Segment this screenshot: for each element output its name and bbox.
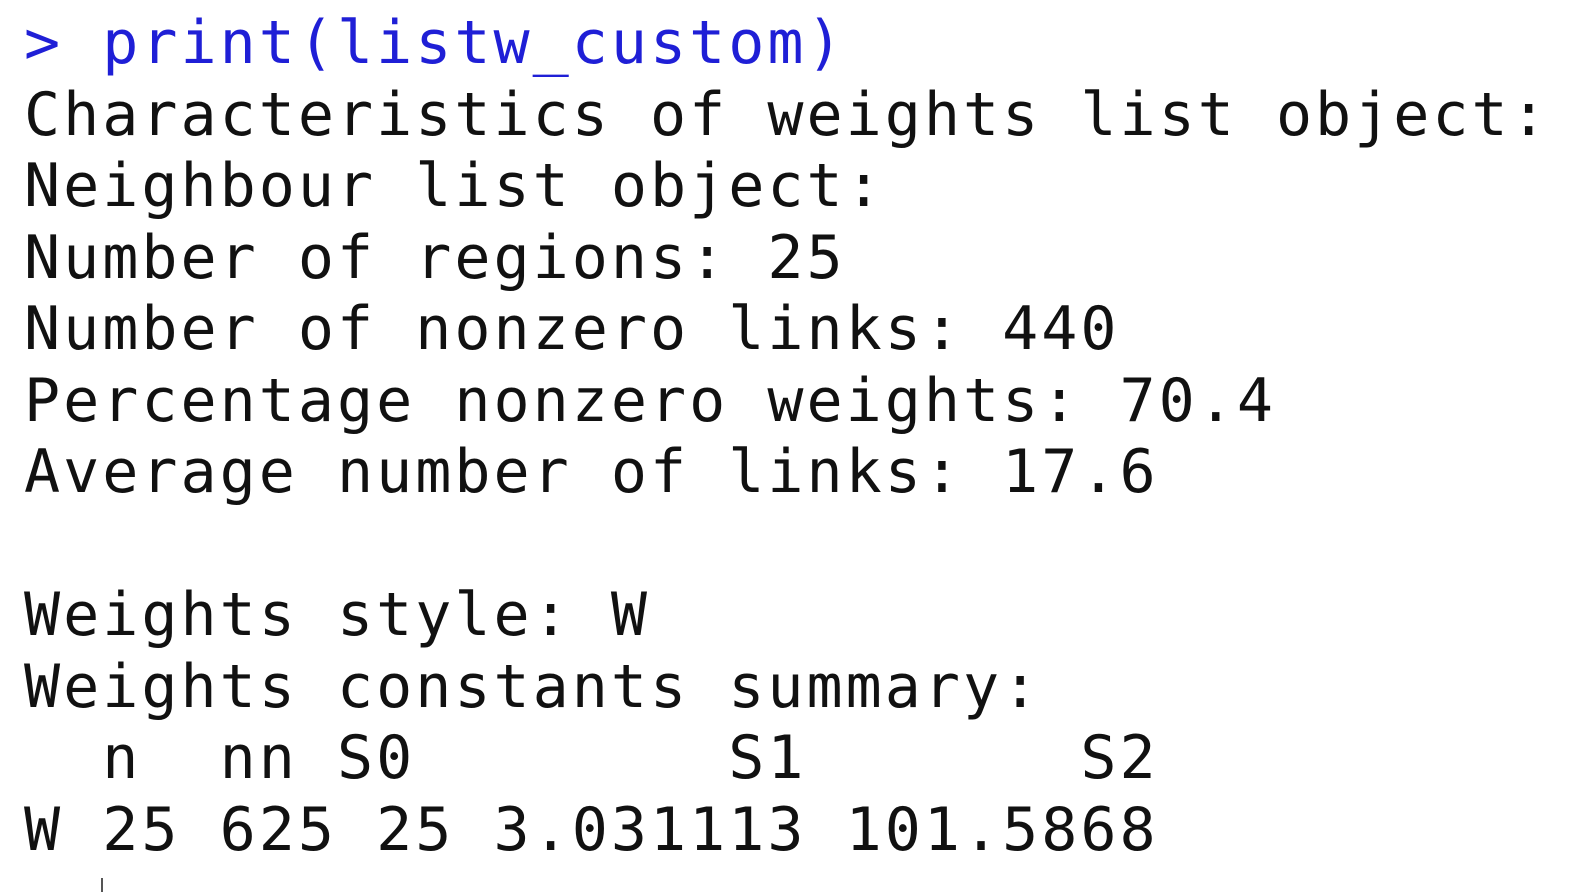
text-cursor [101, 878, 103, 892]
r-console-output[interactable]: > print(listw_custom) Characteristics of… [24, 8, 1554, 866]
output-line-average-links: Average number of links: 17.6 [24, 437, 1159, 507]
summary-table-header: n nn S0 S1 S2 [24, 723, 1159, 793]
output-line-percentage-weights: Percentage nonzero weights: 70.4 [24, 365, 1276, 436]
console-prompt: > [24, 8, 64, 78]
output-line-weights-style: Weights style: W [24, 580, 650, 650]
output-line-regions: Number of regions: 25 [24, 222, 846, 293]
summary-table-row: W 25 625 25 3.031113 101.5868 [24, 794, 1159, 865]
output-line-summary-title: Weights constants summary: [24, 651, 1042, 722]
console-input-line: > print(listw_custom) [24, 8, 1554, 80]
console-command: print(listw_custom) [102, 8, 846, 78]
output-line-nonzero-links: Number of nonzero links: 440 [24, 294, 1120, 364]
output-line-neighbour-list: Neighbour list object: [24, 151, 885, 221]
output-line-characteristics: Characteristics of weights list object: [24, 79, 1550, 150]
